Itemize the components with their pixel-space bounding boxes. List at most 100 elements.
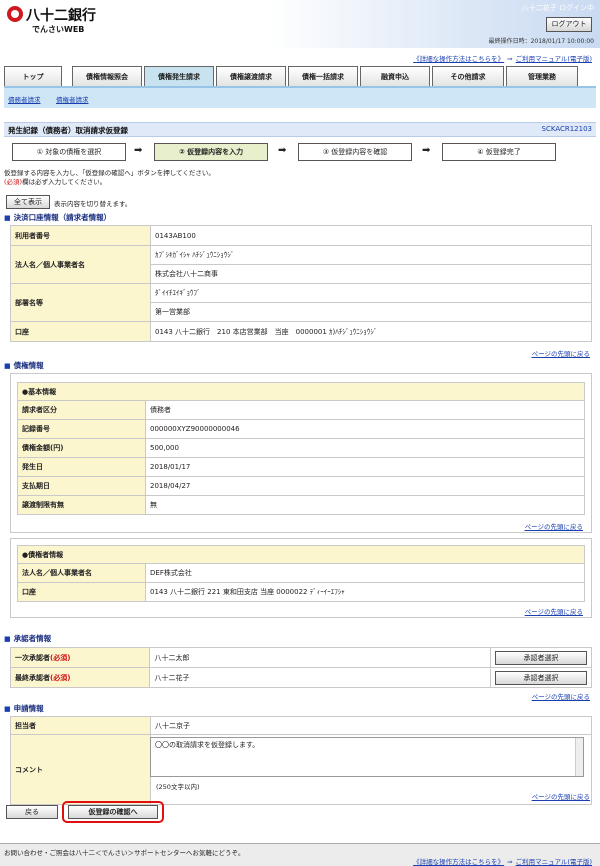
tab-claim-bulk[interactable]: 債権一括請求 <box>288 66 358 87</box>
dept-value: 第一営業部 <box>150 302 592 322</box>
dept-kana-value: ﾀﾞｲｲﾁｴｲｷﾞｮｳﾌﾞ <box>150 283 592 303</box>
tab-other[interactable]: その他請求 <box>432 66 504 87</box>
first-approver-select-button[interactable]: 承認者選択 <box>495 650 587 665</box>
screen-id: SCKACR12103 <box>541 125 592 133</box>
person-label: 担当者 <box>10 716 151 735</box>
account-label: 口座 <box>10 321 151 342</box>
bank-logo-text: 八十二銀行 <box>26 8 96 24</box>
approver-section-heading: 承認者情報 <box>4 633 52 644</box>
first-approver-value: 八十二太郎 <box>149 647 491 668</box>
due-date-label: 支払期日 <box>17 476 146 496</box>
step-arrow-icon: ➡ <box>422 145 431 156</box>
logout-button[interactable]: ログアウト <box>546 17 592 32</box>
tab-admin[interactable]: 管理業務 <box>506 66 578 87</box>
last-operation-time: 最終操作日時：2018/01/17 10:00:00 <box>488 38 594 45</box>
header: 八十二銀行 でんさいWEB 八十二花子 ログイン中 ログアウト 最終操作日時：2… <box>0 0 600 48</box>
claim-basic-table: ●基本情報 請求者区分 債務者 記録番号 000000XYZ90000000046 … <box>17 382 585 515</box>
final-approver-select-button[interactable]: 承認者選択 <box>495 670 587 685</box>
show-all-button[interactable]: 全て表示 <box>6 195 50 209</box>
subnav-debtor-request[interactable]: 債務者請求 <box>8 94 41 104</box>
name-kana-value: ｶﾌﾞｼｷｶﾞｲｼｬ ﾊﾁｼﾞｭｳﾆｼｮｳｼﾞ <box>150 245 592 265</box>
user-no-label: 利用者番号 <box>10 225 151 246</box>
main-nav: トップ 債権情報照会 債権発生請求 債権譲渡請求 債権一括請求 融資申込 その他… <box>4 66 596 87</box>
back-to-top-link[interactable]: ページの先頭に戻る <box>532 791 590 801</box>
name-label: 法人名／個人事業者名 <box>10 245 151 284</box>
tab-claim-issue[interactable]: 債権発生請求 <box>144 66 214 87</box>
issue-date-label: 発生日 <box>17 457 146 477</box>
due-date-value: 2018/04/27 <box>145 476 585 496</box>
first-approver-action: 承認者選択 <box>490 647 592 668</box>
step-arrow-icon: ➡ <box>134 145 143 156</box>
service-name: でんさいWEB <box>32 25 85 34</box>
final-approver-value: 八十二花子 <box>149 667 491 688</box>
step-3: ③ 仮登録内容を確認 <box>298 143 412 161</box>
show-all-description: 表示内容を切り替えます。 <box>54 200 132 208</box>
footer-contact-text: お問い合わせ・ご照会は八十二＜でんさい＞サポートセンターへお気軽にどうぞ。 <box>4 849 245 857</box>
requester-type-value: 債務者 <box>145 400 585 420</box>
step-2-current: ② 仮登録内容を入力 <box>154 143 268 161</box>
amount-label: 債権金額(円) <box>17 438 146 458</box>
creditor-account-label: 口座 <box>17 582 146 602</box>
manual-link[interactable]: ご利用マニュアル(電子版) <box>516 858 592 866</box>
required-note: (必須)欄は必ず入力してください。 <box>4 176 106 186</box>
requester-type-label: 請求者区分 <box>17 400 146 420</box>
page-title: 発生記録（債務者）取消請求仮登録 <box>8 126 128 135</box>
basic-info-heading: ●基本情報 <box>17 382 585 401</box>
bank-logo-icon <box>7 6 23 22</box>
person-value: 八十二京子 <box>150 716 592 735</box>
creditor-info-heading: ●債権者情報 <box>17 545 585 564</box>
name-value: 株式会社八十二商事 <box>150 264 592 284</box>
application-section-heading: 申請情報 <box>4 703 44 714</box>
confirm-highlight: 仮登録の確認へ <box>62 801 164 823</box>
arrow-icon: ⇒ <box>507 858 513 866</box>
detail-help-link[interactable]: 《詳細な操作方法はこちらを》 <box>413 858 504 866</box>
approver-table: 一次承認者(必須) 八十二太郎 承認者選択 最終承認者(必須) 八十二花子 承認… <box>9 647 592 688</box>
confirm-registration-button[interactable]: 仮登録の確認へ <box>68 805 158 819</box>
final-approver-label-text: 最終承認者 <box>15 673 50 682</box>
tab-claim-inquiry[interactable]: 債権情報照会 <box>72 66 142 87</box>
subnav-creditor-request[interactable]: 債権者請求 <box>56 94 89 104</box>
back-to-top-link[interactable]: ページの先頭に戻る <box>532 691 590 701</box>
creditor-box: ●債権者情報 法人名／個人事業者名 DEF株式会社 口座 0143 八十二銀行 22… <box>10 538 592 618</box>
required-mark: (必須) <box>50 653 71 662</box>
settlement-section-heading: 決済口座情報（請求者情報） <box>4 212 112 223</box>
detail-help-link[interactable]: 《詳細な操作方法はこちらを》 <box>413 55 504 63</box>
dept-label: 部署名等 <box>10 283 151 322</box>
transfer-limit-label: 譲渡制限有無 <box>17 495 146 515</box>
manual-link[interactable]: ご利用マニュアル(電子版) <box>516 55 592 63</box>
creditor-account-value: 0143 八十二銀行 221 東和田支店 当座 0000022 ﾃﾞｨｰｲｰｴﾌ… <box>145 582 585 602</box>
comment-text: 〇〇の取消請求を仮登録します。 <box>155 741 260 749</box>
creditor-name-value: DEF株式会社 <box>145 563 585 583</box>
step-arrow-icon: ➡ <box>278 145 287 156</box>
user-no-value: 0143AB100 <box>150 225 592 246</box>
final-approver-action: 承認者選択 <box>490 667 592 688</box>
settlement-table: 利用者番号 0143AB100 法人名／個人事業者名 ｶﾌﾞｼｷｶﾞｲｼｬ ﾊﾁｼﾞ… <box>10 225 592 342</box>
back-to-top-link[interactable]: ページの先頭に戻る <box>525 521 583 531</box>
creditor-name-label: 法人名／個人事業者名 <box>17 563 146 583</box>
first-approver-label-text: 一次承認者 <box>15 653 50 662</box>
comment-scrollbar[interactable] <box>575 738 583 776</box>
title-bar: 発生記録（債務者）取消請求仮登録 SCKACR12103 <box>4 122 596 137</box>
back-to-top-link[interactable]: ページの先頭に戻る <box>532 348 590 358</box>
footer: お問い合わせ・ご照会は八十二＜でんさい＞サポートセンターへお気軽にどうぞ。 《詳… <box>0 843 600 866</box>
help-links-bottom: 《詳細な操作方法はこちらを》 ⇒ ご利用マニュアル(電子版) <box>413 856 592 866</box>
tab-claim-transfer[interactable]: 債権譲渡請求 <box>216 66 286 87</box>
amount-value: 500,000 <box>145 438 585 458</box>
first-approver-label: 一次承認者(必須) <box>9 647 151 668</box>
creditor-table: ●債権者情報 法人名／個人事業者名 DEF株式会社 口座 0143 八十二銀行 22… <box>17 545 585 602</box>
comment-limit-note: (250文字以内) <box>156 783 200 791</box>
issue-date-value: 2018/01/17 <box>145 457 585 477</box>
comment-textarea[interactable]: 〇〇の取消請求を仮登録します。 <box>150 737 584 777</box>
back-to-top-link[interactable]: ページの先頭に戻る <box>525 606 583 616</box>
tab-financing[interactable]: 融資申込 <box>360 66 430 87</box>
claim-basic-box: ●基本情報 請求者区分 債務者 記録番号 000000XYZ90000000046 … <box>10 373 592 533</box>
claim-section-heading: 債権情報 <box>4 360 44 371</box>
step-1: ① 対象の債権を選択 <box>12 143 126 161</box>
transfer-limit-value: 無 <box>145 495 585 515</box>
tab-top[interactable]: トップ <box>4 66 62 87</box>
final-approver-label: 最終承認者(必須) <box>9 667 151 688</box>
back-button[interactable]: 戻る <box>6 805 58 819</box>
step-4: ④ 仮登録完了 <box>442 143 556 161</box>
record-no-value: 000000XYZ90000000046 <box>145 419 585 439</box>
required-mark: (必須) <box>4 178 23 186</box>
